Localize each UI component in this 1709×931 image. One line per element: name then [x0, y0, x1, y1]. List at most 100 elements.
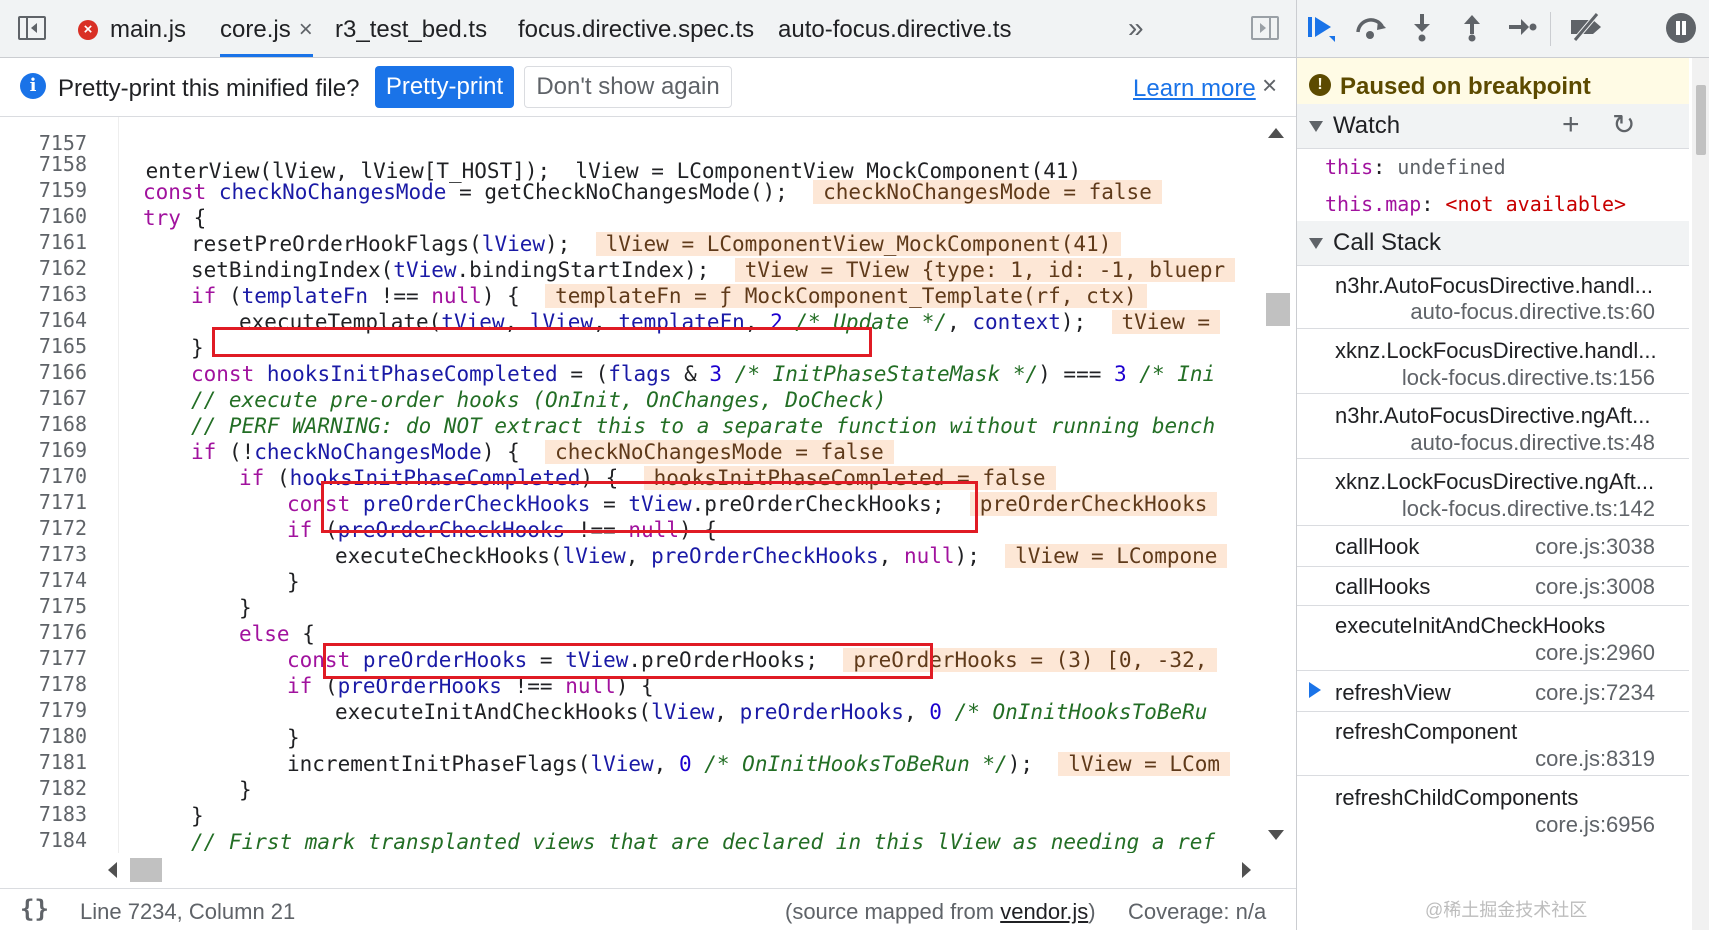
resume-icon[interactable]: [1303, 12, 1337, 46]
frame-name: n3hr.AutoFocusDirective.ngAft...: [1335, 403, 1651, 428]
call-frame[interactable]: executeInitAndCheckHooks core.js:2960: [1297, 606, 1689, 671]
editor-horizontal-scrollbar[interactable]: [100, 855, 1262, 885]
call-frame[interactable]: xknz.LockFocusDirective.handl... lock-fo…: [1297, 329, 1689, 394]
tab-label: main.js: [110, 16, 187, 43]
call-stack-header[interactable]: Call Stack: [1297, 221, 1689, 266]
call-frame[interactable]: n3hr.AutoFocusDirective.handl... auto-fo…: [1297, 266, 1689, 329]
call-frame[interactable]: n3hr.AutoFocusDirective.ngAft... auto-fo…: [1297, 394, 1689, 459]
frame-location[interactable]: core.js:6956: [1535, 812, 1655, 838]
scroll-left-arrow-icon[interactable]: [108, 862, 117, 878]
number: 0: [929, 700, 942, 724]
frame-location[interactable]: core.js:7234: [1535, 680, 1655, 706]
code-line: 7168 if (!checkNoChangesMode) { checkNoC…: [0, 382, 894, 464]
code-line: 7165 const hooksInitPhaseCompleted = (fl…: [0, 304, 1215, 386]
code-line: 7170 const preOrderCheckHooks = tView.pr…: [0, 434, 1218, 516]
code-text: resetPreOrderHookFlags(: [191, 232, 482, 256]
tab-main-js[interactable]: × main.js: [78, 0, 186, 57]
close-infobar-icon[interactable]: ×: [1262, 70, 1277, 101]
editor-vertical-scrollbar[interactable]: [1262, 117, 1294, 853]
line-number[interactable]: 7184: [0, 826, 87, 853]
frame-name: callHook: [1335, 534, 1420, 559]
learn-more-link[interactable]: Learn more: [1133, 75, 1256, 103]
code-editor[interactable]: 7157 enterView(lView, lView[T_HOST]); lV…: [0, 117, 1296, 853]
sidebar-scroll-thumb[interactable]: [1696, 85, 1706, 155]
deactivate-breakpoints-icon[interactable]: [1565, 12, 1609, 46]
call-frame[interactable]: refreshChildComponents core.js:6956: [1297, 776, 1689, 840]
call-frame[interactable]: callHook core.js:3038: [1297, 526, 1689, 567]
code-line: 7173 }: [0, 512, 300, 594]
frame-location[interactable]: core.js:3038: [1535, 534, 1655, 560]
scroll-right-arrow-icon[interactable]: [1242, 862, 1251, 878]
horizontal-scroll-thumb[interactable]: [130, 858, 162, 882]
call-frame-current[interactable]: refreshView core.js:7234: [1297, 671, 1689, 712]
frame-location[interactable]: lock-focus.directive.ts:156: [1402, 365, 1655, 391]
toggle-navigator-icon[interactable]: [18, 16, 46, 40]
call-frame[interactable]: callHooks core.js:3008: [1297, 567, 1689, 606]
watch-expression[interactable]: this.map: <not available>: [1325, 192, 1626, 216]
add-watch-icon[interactable]: +: [1562, 103, 1580, 147]
call-frame[interactable]: refreshComponent core.js:8319: [1297, 712, 1689, 776]
step-icon[interactable]: [1505, 12, 1539, 46]
frame-location[interactable]: core.js:8319: [1535, 746, 1655, 772]
frame-name: refreshChildComponents: [1335, 785, 1579, 810]
warning-icon: !: [1309, 74, 1331, 96]
variable: context: [972, 310, 1061, 334]
code-text: (: [264, 466, 290, 490]
code-text: ,: [714, 700, 740, 724]
editor-pane: × main.js core.js × r3_test_bed.ts focus.d…: [0, 0, 1297, 931]
inline-value: checkNoChangesMode = false: [813, 180, 1162, 204]
code-text: &: [671, 362, 710, 386]
dont-show-again-button[interactable]: Don't show again: [524, 66, 732, 108]
step-into-icon[interactable]: [1405, 12, 1439, 46]
call-frame[interactable]: xknz.LockFocusDirective.ngAft... lock-fo…: [1297, 459, 1689, 526]
frame-location[interactable]: core.js:3008: [1535, 574, 1655, 600]
highlight-box-execute-check-hooks: [321, 481, 978, 533]
cursor-position: Line 7234, Column 21: [80, 899, 296, 924]
toggle-debugger-icon[interactable]: [1251, 16, 1279, 40]
watch-header[interactable]: Watch + ↻: [1297, 104, 1689, 149]
tab-core-js[interactable]: core.js ×: [220, 0, 313, 57]
code-line: 7163 executeTemplate(tView, lView, templ…: [0, 252, 1221, 334]
step-out-icon[interactable]: [1455, 12, 1489, 46]
code-line: 7160 resetPreOrderHookFlags(lView); lVie…: [0, 174, 1122, 256]
code-line: 7172 executeCheckHooks(lView, preOrderCh…: [0, 486, 1228, 568]
keyword: null: [431, 284, 482, 308]
toolbar-divider: [1550, 12, 1551, 46]
frame-location[interactable]: auto-focus.directive.ts:48: [1410, 430, 1655, 456]
sidebar-scrollbar[interactable]: [1692, 58, 1709, 930]
code-text: !==: [368, 284, 432, 308]
keyword: else: [239, 622, 290, 646]
frame-location[interactable]: core.js:2960: [1535, 640, 1655, 666]
scroll-down-arrow-icon[interactable]: [1268, 830, 1284, 840]
pause-on-exceptions-icon[interactable]: [1666, 13, 1696, 43]
coverage-label: Coverage: n/a: [1128, 899, 1267, 924]
code-text: = getCheckNoChangesMode();: [446, 180, 788, 204]
inline-value: tView =: [1111, 310, 1221, 334]
frame-name: refreshView: [1335, 680, 1451, 705]
close-tab-icon[interactable]: ×: [299, 16, 313, 43]
infobar-message: Pretty-print this minified file?: [58, 75, 360, 102]
tab-focus-directive-spec[interactable]: focus.directive.spec.ts: [518, 0, 754, 57]
code-text: ,: [878, 544, 904, 568]
source-file-link[interactable]: vendor.js: [1000, 899, 1088, 924]
step-over-icon[interactable]: [1354, 12, 1388, 46]
code-text: setBindingIndex(: [191, 258, 394, 282]
pretty-print-braces-icon[interactable]: {}: [20, 895, 49, 923]
variable: templateFn: [241, 284, 369, 308]
more-tabs-icon[interactable]: »: [1128, 12, 1144, 44]
comment: // First mark transplanted views that ar…: [191, 830, 1216, 853]
frame-location[interactable]: lock-focus.directive.ts:142: [1402, 496, 1655, 522]
watch-separator: :: [1373, 155, 1398, 179]
debugger-toolbar: [1297, 0, 1709, 58]
vertical-scroll-thumb[interactable]: [1266, 293, 1290, 326]
keyword: const: [143, 180, 207, 204]
refresh-watch-icon[interactable]: ↻: [1612, 103, 1635, 147]
pretty-print-button[interactable]: Pretty-print: [375, 66, 514, 108]
tab-r3-test-bed[interactable]: r3_test_bed.ts: [335, 0, 487, 57]
watch-expression[interactable]: this: undefined: [1325, 155, 1506, 179]
file-tab-bar: × main.js core.js × r3_test_bed.ts focus.d…: [0, 0, 1296, 58]
scroll-up-arrow-icon[interactable]: [1268, 128, 1284, 138]
tab-auto-focus-directive[interactable]: auto-focus.directive.ts: [778, 0, 1011, 57]
tab-label: r3_test_bed.ts: [335, 16, 488, 43]
frame-location[interactable]: auto-focus.directive.ts:60: [1410, 299, 1655, 325]
